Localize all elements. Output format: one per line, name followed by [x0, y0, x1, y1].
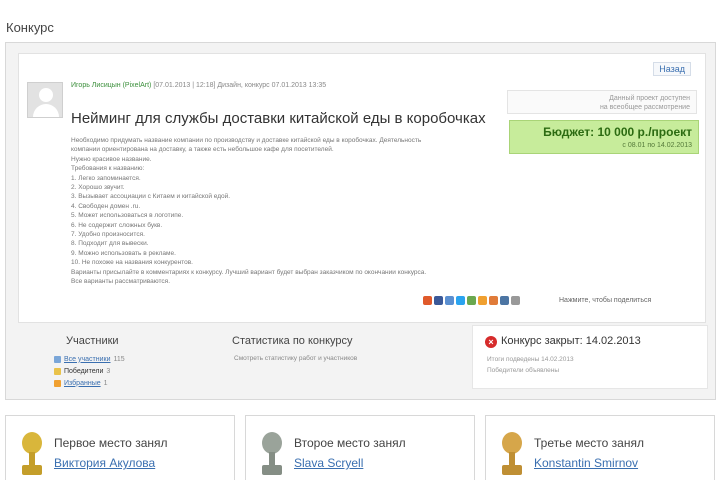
author-link[interactable]: Игорь Лисицын (PixelArt) [71, 82, 151, 89]
share-buttons [423, 296, 520, 305]
meta-details: [07.01.2013 | 12:18] Дизайн, конкурс 07.… [153, 82, 327, 89]
place-label: Первое место занял [54, 436, 168, 450]
star-icon [54, 367, 61, 375]
description-line: 2. Хорошо звучит. [71, 184, 125, 192]
section-label: Конкурс [6, 20, 54, 35]
description-line: Нужно красивое название. [71, 155, 152, 163]
share-icon[interactable] [467, 296, 476, 305]
stats-subtitle: Смотреть статистику работ и участников [234, 355, 358, 362]
winner-card-second: Второе место занял Slava Scryell [245, 415, 475, 480]
winner-link[interactable]: Konstantin Smirnov [534, 456, 638, 470]
share-icon[interactable] [445, 296, 454, 305]
description-line: компании ориентирована на доставку, а та… [71, 146, 334, 154]
visibility-note: Данный проект доступен на всеобщее рассм… [507, 90, 697, 114]
winner-link[interactable]: Slava Scryell [294, 456, 363, 470]
description-line: Все варианты рассматриваются. [71, 278, 171, 286]
description-line: 9. Можно использовать в рекламе. [71, 249, 176, 257]
share-icon[interactable] [423, 296, 432, 305]
trophy-icon [260, 432, 284, 478]
share-icon[interactable] [478, 296, 487, 305]
description-line: 7. Удобно произносится. [71, 231, 145, 239]
users-icon [54, 355, 61, 363]
budget-amount: Бюджет: 10 000 р./проект [543, 125, 692, 139]
close-circle-icon: × [485, 336, 497, 348]
contest-closed-box: × Конкурс закрыт: 14.02.2013 Итоги подве… [472, 325, 708, 389]
winner-card-first: Первое место занял Виктория Акулова [5, 415, 235, 480]
participants-title: Участники [66, 335, 119, 347]
description-line: 10. Не похоже на названия конкурентов. [71, 259, 193, 267]
back-link[interactable]: Назад [653, 62, 691, 76]
winner-card-third: Третье место занял Konstantin Smirnov [485, 415, 715, 480]
place-label: Второе место занял [294, 436, 406, 450]
share-icon[interactable] [434, 296, 443, 305]
description-line: 6. Не содержит сложных букв. [71, 221, 163, 229]
participant-row[interactable]: Победители 3 [54, 365, 125, 377]
closed-line-1: Итоги подведены 14.02.2013 [487, 356, 574, 363]
place-label: Третье место занял [534, 436, 644, 450]
description-line: 5. Может использоваться в логотипе. [71, 212, 184, 220]
budget-box: Бюджет: 10 000 р./проект с 08.01 по 14.0… [509, 120, 699, 154]
participant-row[interactable]: Избранные 1 [54, 377, 125, 389]
participants-list: Все участники 115 Победители 3 Избранные… [54, 353, 125, 389]
contest-description: Необходимо придумать название компании п… [71, 136, 503, 287]
share-icon[interactable] [511, 296, 520, 305]
participant-row[interactable]: Все участники 115 [54, 353, 125, 365]
share-caption: Нажмите, чтобы поделиться [559, 297, 652, 304]
description-line: Необходимо придумать название компании п… [71, 137, 422, 144]
description-line: Требования к названию: [71, 165, 145, 173]
folder-icon [54, 379, 61, 387]
stats-title[interactable]: Статистика по конкурсу [232, 335, 353, 347]
closed-title: Конкурс закрыт: 14.02.2013 [501, 335, 641, 347]
contest-meta: Игорь Лисицын (PixelArt) [07.01.2013 | 1… [71, 82, 326, 89]
trophy-icon [20, 432, 44, 478]
share-icon[interactable] [456, 296, 465, 305]
description-line: Варианты присылайте в комментариях к кон… [71, 268, 427, 276]
description-line: 8. Подходит для вывески. [71, 240, 149, 248]
closed-line-2: Победители объявлены [487, 367, 560, 374]
share-icon[interactable] [489, 296, 498, 305]
winner-link[interactable]: Виктория Акулова [54, 456, 155, 470]
description-line: 4. Свободен домен .ru. [71, 202, 141, 210]
share-icon[interactable] [500, 296, 509, 305]
budget-dates: с 08.01 по 14.02.2013 [622, 142, 692, 149]
author-avatar-icon[interactable] [27, 82, 63, 118]
description-line: 1. Легко запоминается. [71, 174, 141, 182]
description-line: 3. Вызывает ассоциации с Китаем и китайс… [71, 193, 231, 201]
contest-card: Назад Игорь Лисицын (PixelArt) [07.01.20… [18, 53, 706, 323]
trophy-icon [500, 432, 524, 478]
contest-panel: Назад Игорь Лисицын (PixelArt) [07.01.20… [5, 42, 716, 400]
contest-title: Нейминг для службы доставки китайской ед… [71, 110, 486, 127]
